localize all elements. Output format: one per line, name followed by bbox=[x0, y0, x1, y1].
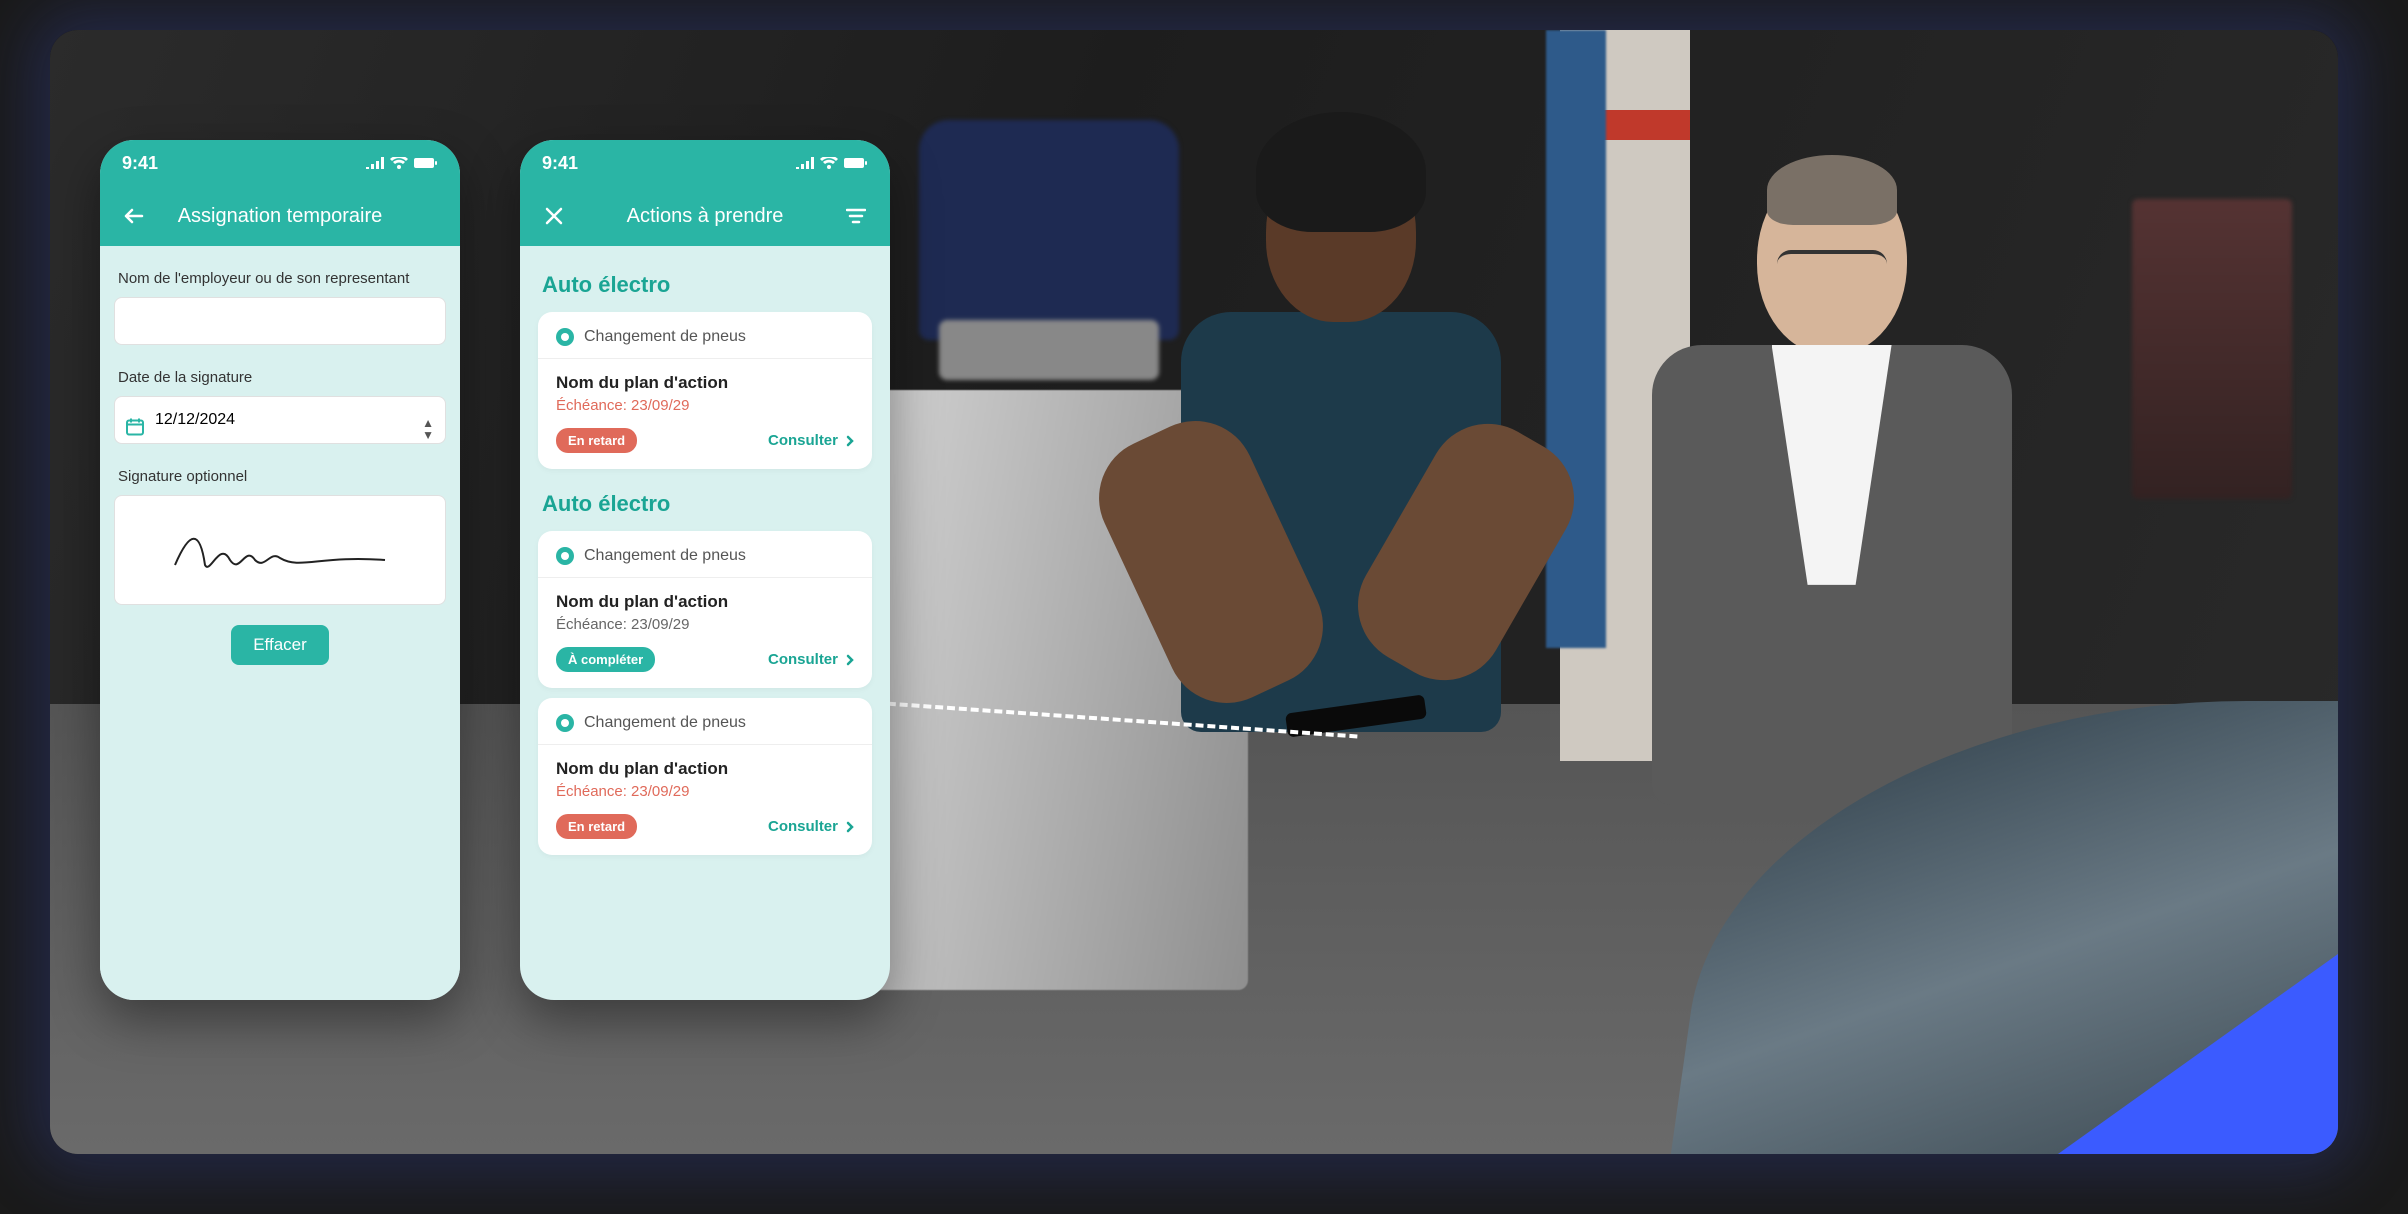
status-time: 9:41 bbox=[122, 153, 158, 174]
chevron-right-icon bbox=[846, 654, 854, 666]
signal-icon bbox=[796, 157, 814, 169]
plan-name: Nom du plan d'action bbox=[556, 373, 854, 393]
status-time: 9:41 bbox=[542, 153, 578, 174]
deadline-text: Échéance: 23/09/29 bbox=[556, 616, 854, 633]
mechanic-figure bbox=[1171, 142, 1511, 942]
task-icon bbox=[556, 328, 574, 346]
wifi-icon bbox=[820, 157, 838, 169]
battery-icon bbox=[414, 157, 438, 169]
employer-input[interactable] bbox=[114, 297, 446, 345]
calendar-icon bbox=[126, 418, 144, 441]
consult-link[interactable]: Consulter bbox=[768, 818, 854, 835]
action-card: Changement de pneus Nom du plan d'action… bbox=[538, 312, 872, 469]
task-icon bbox=[556, 714, 574, 732]
action-card: Changement de pneus Nom du plan d'action… bbox=[538, 531, 872, 688]
task-icon bbox=[556, 547, 574, 565]
date-label: Date de la signature bbox=[118, 369, 442, 386]
section-heading: Auto électro bbox=[542, 491, 868, 517]
status-bar: 9:41 bbox=[100, 140, 460, 186]
signature-box[interactable] bbox=[114, 495, 446, 605]
task-name: Changement de pneus bbox=[584, 714, 746, 732]
consult-link[interactable]: Consulter bbox=[768, 651, 854, 668]
plan-name: Nom du plan d'action bbox=[556, 592, 854, 612]
wifi-icon bbox=[390, 157, 408, 169]
status-badge: En retard bbox=[556, 814, 637, 839]
status-bar: 9:41 bbox=[520, 140, 890, 186]
section-heading: Auto électro bbox=[542, 272, 868, 298]
hero-frame: 9:41 Assignation temporaire Nom de l'emp… bbox=[50, 30, 2338, 1154]
status-icons bbox=[366, 157, 438, 169]
task-name: Changement de pneus bbox=[584, 547, 746, 565]
header-title: Actions à prendre bbox=[627, 205, 784, 228]
phone-actions: 9:41 Actions à prendre Auto électro Chan… bbox=[520, 140, 890, 1000]
deadline-text: Échéance: 23/09/29 bbox=[556, 397, 854, 414]
action-card: Changement de pneus Nom du plan d'action… bbox=[538, 698, 872, 855]
phone-header: Assignation temporaire bbox=[100, 186, 460, 246]
task-name: Changement de pneus bbox=[584, 328, 746, 346]
employer-label: Nom de l'employeur ou de son representan… bbox=[118, 270, 442, 287]
phone-header: Actions à prendre bbox=[520, 186, 890, 246]
date-input[interactable] bbox=[114, 396, 446, 444]
stepper-icon[interactable]: ▲▼ bbox=[422, 417, 434, 441]
status-icons bbox=[796, 157, 868, 169]
chevron-right-icon bbox=[846, 435, 854, 447]
close-icon[interactable] bbox=[542, 204, 566, 228]
filter-icon[interactable] bbox=[844, 204, 868, 228]
signal-icon bbox=[366, 157, 384, 169]
signature-drawing bbox=[170, 520, 390, 580]
clear-button[interactable]: Effacer bbox=[231, 625, 329, 665]
status-badge: À compléter bbox=[556, 647, 655, 672]
header-title: Assignation temporaire bbox=[178, 205, 383, 228]
deadline-text: Échéance: 23/09/29 bbox=[556, 783, 854, 800]
signature-label: Signature optionnel bbox=[118, 468, 442, 485]
status-badge: En retard bbox=[556, 428, 637, 453]
battery-icon bbox=[844, 157, 868, 169]
plan-name: Nom du plan d'action bbox=[556, 759, 854, 779]
chevron-right-icon bbox=[846, 821, 854, 833]
consult-link[interactable]: Consulter bbox=[768, 432, 854, 449]
phone-assignation: 9:41 Assignation temporaire Nom de l'emp… bbox=[100, 140, 460, 1000]
back-icon[interactable] bbox=[122, 204, 146, 228]
